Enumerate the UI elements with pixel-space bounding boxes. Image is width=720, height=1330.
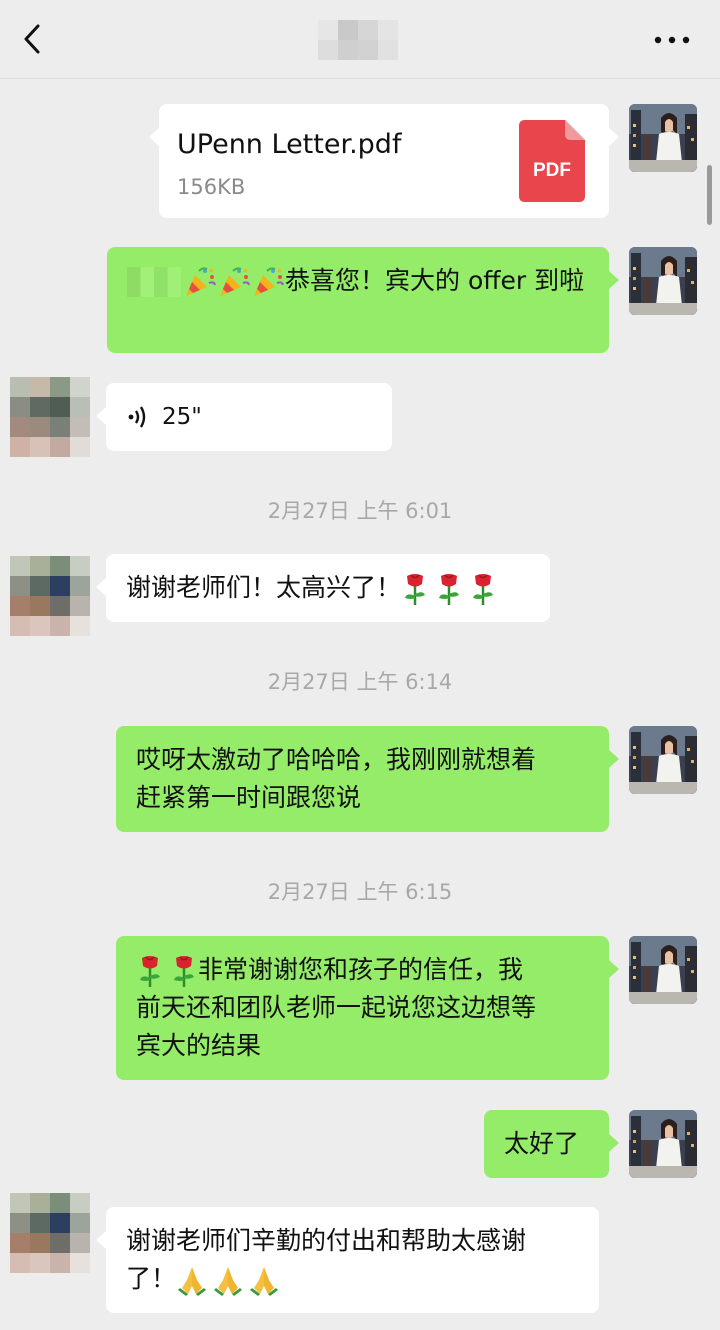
folded-hands-icon — [212, 1264, 244, 1296]
file-message[interactable]: UPenn Letter.pdf 156KB PDF — [149, 104, 619, 218]
message-text-line: 谢谢老师们辛勤的付出和帮助太感谢 — [126, 1226, 527, 1255]
contact-avatar-pixelated[interactable] — [10, 1193, 90, 1273]
folded-hands-icon — [248, 1264, 280, 1296]
chevron-left-icon[interactable] — [18, 22, 48, 56]
chat-title-pixelated — [318, 20, 398, 60]
self-avatar[interactable] — [629, 936, 697, 1004]
timestamp: 2月27日 上午 6:15 — [267, 880, 453, 904]
message-text-line: 非常谢谢您和孩子的信任，我 — [136, 951, 589, 989]
voice-wave-icon — [128, 406, 146, 428]
file-size: 156KB — [177, 175, 246, 199]
rose-icon — [469, 572, 497, 606]
self-message[interactable]: 哎呀太激动了哈哈哈，我刚刚就想着 赶紧第一时间跟您说 — [116, 726, 619, 832]
rose-icon — [136, 954, 164, 988]
party-popper-icon — [251, 265, 285, 299]
message-text-line: 哎呀太激动了哈哈哈，我刚刚就想着 — [136, 745, 537, 774]
message-text: 太好了 — [504, 1129, 580, 1158]
message-text: 了！ — [126, 1264, 177, 1293]
self-avatar[interactable] — [629, 726, 697, 794]
pdf-badge-label: PDF — [533, 160, 571, 181]
self-message[interactable]: 非常谢谢您和孩子的信任，我 前天还和团队老师一起说您这边想等 宾大的结果 — [116, 936, 619, 1080]
timestamp: 2月27日 上午 6:01 — [267, 499, 453, 523]
contact-avatar-pixelated[interactable] — [10, 377, 90, 457]
contact-message[interactable]: 谢谢老师们辛勤的付出和帮助太感谢 了！ — [96, 1207, 599, 1313]
party-popper-icon — [217, 265, 251, 299]
self-message[interactable]: 恭喜您！宾大的 offer 到啦 — [107, 247, 619, 353]
file-name: UPenn Letter.pdf — [177, 129, 402, 160]
party-popper-icon — [183, 265, 217, 299]
voice-message[interactable]: 25" — [96, 383, 392, 451]
rose-icon — [170, 954, 198, 988]
rose-icon — [401, 572, 429, 606]
pdf-file-icon: PDF — [519, 120, 585, 202]
message-text-line: 谢谢老师们！太高兴了！ — [126, 569, 530, 607]
self-avatar[interactable] — [629, 1110, 697, 1178]
self-message[interactable]: 太好了 — [484, 1110, 619, 1178]
message-text-line: 宾大的结果 — [136, 1031, 262, 1060]
timestamp: 2月27日 上午 6:14 — [267, 670, 453, 694]
contact-message[interactable]: 谢谢老师们！太高兴了！ — [96, 554, 550, 622]
chat-header — [0, 0, 720, 79]
contact-avatar-pixelated[interactable] — [10, 556, 90, 636]
redacted-name — [127, 267, 181, 297]
voice-duration: 25" — [162, 404, 202, 430]
message-text-line: 了！ — [126, 1260, 579, 1298]
message-text-line: 恭喜您！宾大的 offer 到啦 — [127, 262, 589, 300]
rose-icon — [435, 572, 463, 606]
message-text: 谢谢老师们！太高兴了！ — [126, 573, 402, 602]
scrollbar[interactable] — [707, 165, 712, 225]
message-text-line: 前天还和团队老师一起说您这边想等 — [136, 993, 537, 1022]
self-avatar[interactable] — [629, 247, 697, 315]
message-text: 恭喜您！宾大的 offer 到啦 — [285, 266, 585, 295]
ellipsis-icon[interactable] — [652, 30, 692, 50]
folded-hands-icon — [176, 1264, 208, 1296]
self-avatar[interactable] — [629, 104, 697, 172]
message-text-line: 赶紧第一时间跟您说 — [136, 783, 362, 812]
message-text: 非常谢谢您和孩子的信任，我 — [198, 955, 524, 984]
